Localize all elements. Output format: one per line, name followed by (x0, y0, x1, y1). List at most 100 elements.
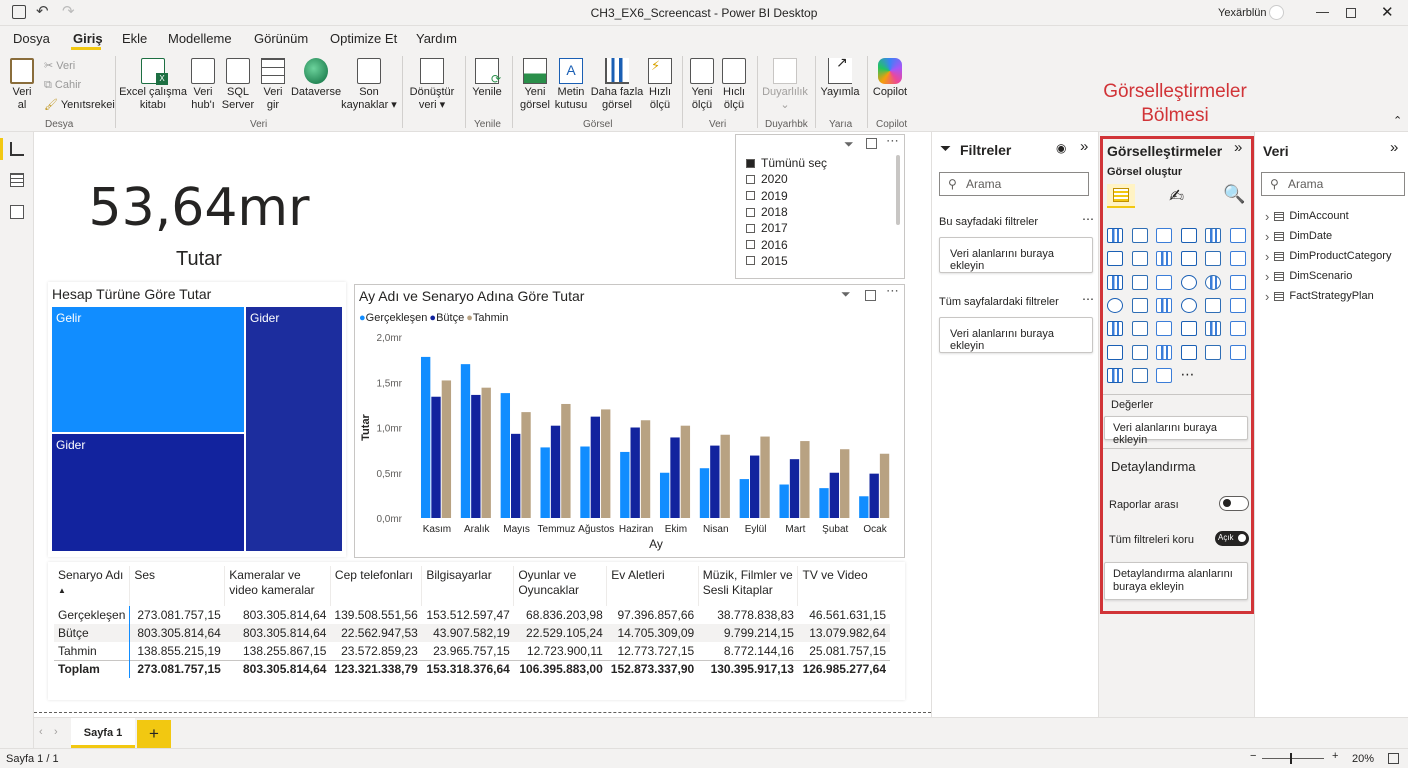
data-table-item[interactable]: › FactStrategyPlan (1265, 286, 1405, 306)
bar[interactable] (561, 403, 571, 518)
bar[interactable] (760, 436, 770, 518)
fit-page-icon[interactable] (1388, 753, 1399, 764)
column-header[interactable]: Cep telefonları (329, 566, 422, 606)
slicer-item[interactable]: 2015 (746, 253, 886, 269)
quick-calc-button[interactable]: Hıclı ölçü (719, 58, 749, 112)
checkbox[interactable] (746, 223, 755, 233)
collapse-data-icon[interactable]: » (1390, 139, 1398, 156)
avatar[interactable] (1269, 5, 1284, 20)
cut-button[interactable]: ✂ Veri (44, 59, 75, 72)
more-visuals-button[interactable]: Daha fazla görsel (590, 58, 644, 112)
data-search[interactable]: ⚲ Arama (1261, 172, 1405, 196)
dataverse-button[interactable]: Dataverse (291, 58, 341, 99)
table-row[interactable]: Bütçe 803.305.814,64 803.305.814,64 22.562.… (54, 624, 890, 642)
collapse-filters-icon[interactable]: » (1080, 138, 1088, 155)
chevron-right-icon[interactable]: › (1265, 229, 1269, 244)
kpi-card[interactable]: 53,64mr Tutar (44, 140, 344, 270)
menu-gorunum[interactable]: Görünüm (254, 31, 308, 46)
bar[interactable] (859, 496, 869, 518)
data-table-item[interactable]: › DimAccount (1265, 206, 1405, 226)
data-hub-button[interactable]: Veri hub'ı (188, 58, 218, 112)
slicer-item[interactable]: 2018 (746, 204, 886, 220)
chevron-right-icon[interactable]: › (1265, 209, 1269, 224)
chevron-right-icon[interactable]: › (1265, 249, 1269, 264)
data-table-item[interactable]: › DimScenario (1265, 266, 1405, 286)
data-table-item[interactable]: › DimDate (1265, 226, 1405, 246)
bar[interactable] (739, 479, 750, 518)
bar[interactable] (840, 449, 850, 518)
slicer-scrollbar[interactable] (896, 155, 900, 225)
total-row[interactable]: Toplam 273.081.757,15 803.305.814,64 123.32… (54, 659, 890, 678)
publish-button[interactable]: ↗ Yayımla (819, 55, 861, 99)
table-view-icon[interactable] (10, 173, 24, 187)
menu-modelleme[interactable]: Modelleme (168, 31, 232, 46)
more-options-icon[interactable]: ⋯ (886, 133, 899, 149)
treemap-visual[interactable]: Hesap Türüne Göre Tutar Gelir Gider Gide… (48, 282, 346, 557)
bar[interactable] (500, 393, 511, 518)
excel-button[interactable]: X Excel çalışma kitabı (119, 58, 187, 112)
restore-icon[interactable] (1346, 8, 1356, 18)
recent-sources-button[interactable]: Son kaynaklar ▾ (341, 58, 397, 112)
bar[interactable] (659, 472, 670, 518)
zoom-out-button[interactable]: − (1250, 750, 1256, 762)
model-view-icon[interactable] (10, 205, 24, 219)
bar[interactable] (630, 427, 640, 519)
bar[interactable] (550, 425, 561, 518)
filter-icon[interactable]: ⏷ (844, 137, 854, 152)
all-filters-more[interactable]: ⋯ (1082, 292, 1094, 306)
enter-data-button[interactable]: Veri gir (258, 58, 288, 112)
table-row[interactable]: Tahmin 138.855.215,19 138.255.867,15 23.572… (54, 642, 890, 660)
bar[interactable] (590, 416, 601, 518)
text-box-button[interactable]: A Metin kutusu (554, 58, 588, 112)
user-name[interactable]: Yexärblün (1218, 7, 1267, 19)
bar[interactable] (601, 409, 611, 518)
column-header[interactable]: Ev Aletleri (606, 566, 699, 606)
sort-icon[interactable]: ▲ (58, 583, 125, 598)
all-filters-dropzone[interactable]: Veri alanlarını buraya ekleyin (939, 317, 1093, 353)
bar[interactable] (431, 396, 441, 518)
page-filters-dropzone[interactable]: Veri alanlarını buraya ekleyin (939, 237, 1093, 273)
slicer-item[interactable]: 2019 (746, 188, 886, 204)
paste-button[interactable]: Veri al (8, 58, 36, 112)
bar-chart-visual[interactable]: Ay Adı ve Senaryo Adına Göre Tutar ⏷ ⋯ ●… (354, 283, 905, 558)
checkbox[interactable] (746, 158, 755, 168)
column-header[interactable]: Kameralar ve video kameralar (224, 566, 331, 606)
zoom-in-button[interactable]: + (1332, 750, 1338, 762)
data-table-item[interactable]: › DimProductCategory (1265, 246, 1405, 266)
quick-measure-button[interactable]: ⚡ Hızlı ölçü (646, 58, 674, 112)
checkbox[interactable] (746, 207, 755, 217)
menu-dosya[interactable]: Dosya (13, 31, 50, 46)
zoom-slider[interactable] (1262, 753, 1324, 764)
slicer-item[interactable]: Tümünü seç (746, 155, 886, 171)
matrix-visual[interactable]: Senaryo Adı ▲ Ses Kameralar ve video kamera… (48, 562, 905, 700)
bar[interactable] (511, 433, 521, 518)
report-view-icon[interactable] (10, 142, 24, 156)
treemap-tile-gider-1[interactable]: Gider (246, 307, 342, 551)
bar[interactable] (800, 441, 810, 518)
year-slicer[interactable]: ⏷ ⋯ Tümünü seç 2020 2019 2018 2017 2016 2015 (735, 133, 905, 279)
treemap-tile-gider-2[interactable]: Gider (52, 434, 244, 551)
copy-button[interactable]: ⧉ Cahir (44, 79, 81, 92)
filters-search[interactable]: ⚲ Arama (939, 172, 1089, 196)
bar[interactable] (710, 445, 720, 518)
bar[interactable] (521, 412, 531, 518)
prev-page-icon[interactable]: ‹ (39, 726, 43, 738)
column-header[interactable]: Oyunlar ve Oyuncaklar (513, 566, 607, 606)
checkbox[interactable] (746, 191, 755, 201)
new-measure-button[interactable]: Yeni ölçü (687, 58, 717, 112)
page-tab-sayfa-1[interactable]: Sayfa 1 (71, 718, 135, 748)
column-header[interactable]: Senaryo Adı ▲ (54, 566, 130, 606)
visibility-icon[interactable]: ◉ (1056, 141, 1066, 155)
slicer-item[interactable]: 2017 (746, 220, 886, 236)
bar[interactable] (460, 364, 471, 518)
bar[interactable] (620, 451, 630, 518)
treemap-tile-gelir[interactable]: Gelir (52, 307, 244, 432)
bar[interactable] (819, 488, 829, 518)
bar[interactable] (789, 459, 800, 518)
bar[interactable] (540, 447, 550, 518)
page-filters-more[interactable]: ⋯ (1082, 212, 1094, 226)
bar[interactable] (779, 484, 789, 518)
checkbox[interactable] (746, 256, 755, 266)
sensitivity-button[interactable]: Duyarlılık ⌄ (761, 58, 809, 112)
focus-mode-icon[interactable] (866, 138, 877, 149)
